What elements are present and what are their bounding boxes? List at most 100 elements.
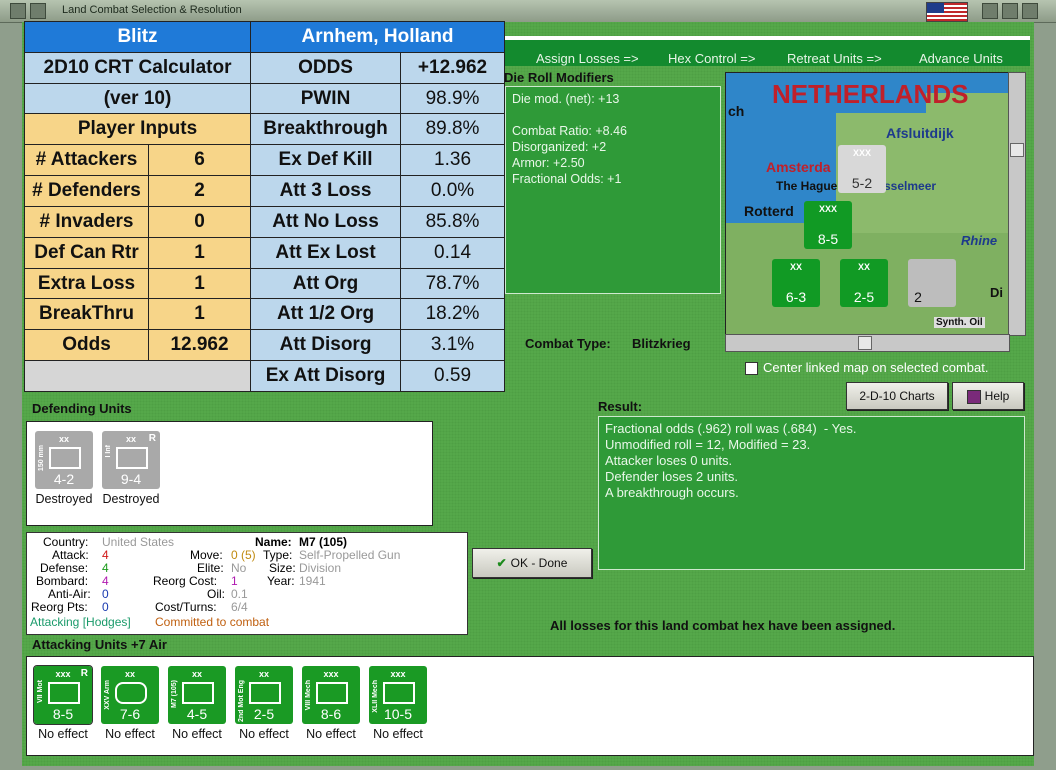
defending-unit-counter[interactable]: xx 150 mm 4-2 xyxy=(35,431,93,489)
result-value: +12.962 xyxy=(400,51,506,84)
phase-retreat-units[interactable]: Retreat Units => xyxy=(787,51,882,66)
close-icon[interactable] xyxy=(1022,3,1038,19)
unit-strength: 10-5 xyxy=(383,706,413,722)
minimize-icon[interactable] xyxy=(982,3,998,19)
attacking-unit-counter[interactable]: xx XXV Arm 7-6 xyxy=(101,666,159,724)
ok-done-button[interactable]: ✔ OK - Done xyxy=(472,548,592,578)
phase-advance-units[interactable]: Advance Units xyxy=(919,51,1003,66)
attacking-unit-counter[interactable]: xx M7 (105) 4-5 xyxy=(168,666,226,724)
map-label: Amsterda xyxy=(766,159,831,175)
unit-result: No effect xyxy=(239,727,289,741)
scroll-thumb[interactable] xyxy=(1010,143,1024,157)
map-title: NETHERLANDS xyxy=(772,79,969,109)
input-value[interactable]: 1 xyxy=(147,298,252,331)
unit-strength: 7-6 xyxy=(119,706,141,722)
unit-result: No effect xyxy=(38,727,88,741)
info-size: Division xyxy=(299,561,342,575)
ok-label: OK - Done xyxy=(510,556,568,570)
result-label: Ex Def Kill xyxy=(250,144,402,177)
map-unit-counter[interactable]: XX 2-5 xyxy=(840,259,888,307)
armor-symbol-icon xyxy=(115,682,147,704)
input-value[interactable]: 1 xyxy=(147,236,252,269)
attacking-unit-counter[interactable]: xx 2nd Mot Eng 2-5 xyxy=(235,666,293,724)
attacking-unit-counter[interactable]: xxx XLII Mech 10-5 xyxy=(369,666,427,724)
map-horizontal-scrollbar[interactable] xyxy=(725,334,1010,352)
input-label: # Attackers xyxy=(24,144,149,177)
info-type: Self-Propelled Gun xyxy=(299,548,401,562)
calc-header-left: Blitz xyxy=(23,21,252,53)
unit-result: No effect xyxy=(373,727,423,741)
result-value: 1.36 xyxy=(400,144,506,177)
result-value: 0.14 xyxy=(400,236,506,269)
info-label: Bombard: xyxy=(36,574,89,588)
result-label: Breakthrough xyxy=(250,113,402,146)
crt-calculator: Blitz Arnhem, Holland 2D10 CRT Calculato… xyxy=(23,21,506,392)
map-unit-counter[interactable]: XX 6-3 xyxy=(772,259,820,307)
window-controls-left xyxy=(10,3,50,19)
system-menu-icon[interactable] xyxy=(10,3,26,19)
unit-name: VII Mot xyxy=(37,680,44,703)
phase-hex-control[interactable]: Hex Control => xyxy=(668,51,755,66)
info-committed: Committed to combat xyxy=(155,615,270,629)
unit-strength: 4-5 xyxy=(186,706,208,722)
unit-result: Destroyed xyxy=(35,492,93,506)
unit-size: xxx xyxy=(390,669,406,679)
restore-icon[interactable] xyxy=(30,3,46,19)
map-label: sselmeer xyxy=(884,179,937,193)
input-label: Extra Loss xyxy=(24,267,149,300)
unit-size: xx xyxy=(258,669,269,679)
result-label: ODDS xyxy=(250,51,402,84)
maximize-icon[interactable] xyxy=(1002,3,1018,19)
center-map-checkbox[interactable] xyxy=(745,362,758,375)
info-antiair: 0 xyxy=(102,587,109,601)
map-aircraft-counter[interactable]: 2 xyxy=(908,259,956,307)
input-value[interactable]: 1 xyxy=(147,267,252,300)
crt-charts-button[interactable]: 2-D-10 Charts xyxy=(846,382,948,410)
result-title: Result: xyxy=(598,399,643,414)
info-reorg-pts: 0 xyxy=(102,600,109,614)
info-bombard: 4 xyxy=(102,574,109,588)
result-value: 3.1% xyxy=(400,329,506,362)
input-value[interactable]: 0 xyxy=(147,205,252,238)
unit-reserve-marker: R xyxy=(80,668,88,679)
map-unit-counter[interactable]: XXX 5-2 xyxy=(838,145,886,193)
info-label: Country: xyxy=(43,535,89,549)
mini-map[interactable]: NETHERLANDS Afsluitdijk Amsterda The Hag… xyxy=(725,72,1010,336)
info-label: Attack: xyxy=(52,548,89,562)
calc-version: (ver 10) xyxy=(23,82,252,115)
info-cost-turns: 6/4 xyxy=(231,600,248,614)
info-label: Size: xyxy=(269,561,296,575)
window-title: Land Combat Selection & Resolution xyxy=(62,4,242,16)
result-label: Ex Att Disorg xyxy=(250,360,402,392)
map-vertical-scrollbar[interactable] xyxy=(1008,72,1026,336)
input-value[interactable]: 12.962 xyxy=(147,329,252,362)
info-label: Cost/Turns: xyxy=(155,600,217,614)
attacking-unit-counter[interactable]: xxx VIII Mech 8-6 xyxy=(302,666,360,724)
motorized-infantry-symbol-icon xyxy=(48,682,80,704)
us-flag-icon xyxy=(926,2,968,22)
input-value[interactable]: 6 xyxy=(147,144,252,177)
unit-size: xxx xyxy=(323,669,339,679)
phase-assign-losses[interactable]: Assign Losses => xyxy=(536,51,639,66)
map-label: Synth. Oil xyxy=(934,317,985,328)
info-label: Name: xyxy=(255,535,292,549)
input-value[interactable]: 2 xyxy=(147,175,252,207)
mechanized-symbol-icon xyxy=(316,682,348,704)
unit-result: No effect xyxy=(306,727,356,741)
info-label: Anti-Air: xyxy=(48,587,91,601)
help-button[interactable]: Help xyxy=(952,382,1024,410)
input-label: # Defenders xyxy=(24,175,149,207)
unit-strength: 2-5 xyxy=(253,706,275,722)
window-frame: Land Combat Selection & Resolution Blitz… xyxy=(0,0,1056,770)
defending-unit-counter[interactable]: xx I Inf R 9-4 xyxy=(102,431,160,489)
info-label: Elite: xyxy=(197,561,224,575)
combat-type-label: Combat Type: xyxy=(525,336,611,351)
scroll-thumb[interactable] xyxy=(858,336,872,350)
attacking-unit-counter[interactable]: xxx VII Mot R 8-5 xyxy=(33,665,93,725)
title-bar: Land Combat Selection & Resolution xyxy=(0,0,1056,23)
result-label: PWIN xyxy=(250,82,402,115)
calc-header-right: Arnhem, Holland xyxy=(250,21,506,53)
info-move: 0 (5) xyxy=(231,548,256,562)
unit-result: No effect xyxy=(172,727,222,741)
map-unit-counter[interactable]: XXX 8-5 xyxy=(804,201,852,249)
